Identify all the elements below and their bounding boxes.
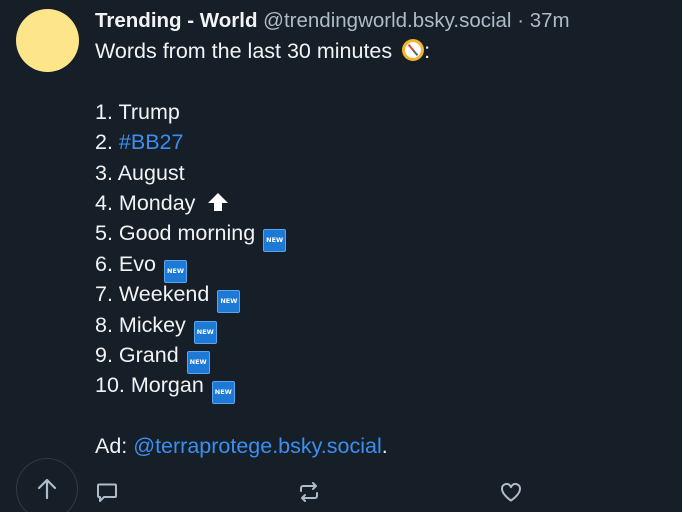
avatar[interactable]	[16, 9, 79, 72]
post[interactable]: Trending - World @trendingworld.bsky.soc…	[0, 0, 682, 512]
trend-word: August	[117, 160, 185, 185]
trend-rank: 10.	[95, 373, 131, 398]
author-handle[interactable]: @trendingworld.bsky.social	[263, 9, 511, 32]
trend-item-10: 10. Morgan NEW	[95, 370, 675, 405]
trend-rank: 5.	[95, 221, 119, 246]
trend-rank: 2.	[95, 130, 119, 155]
trend-rank: 7.	[95, 282, 119, 307]
trend-rank: 4.	[95, 190, 119, 215]
trend-item-7: 7. Weekend NEW	[95, 279, 675, 314]
hashtag-link[interactable]: #BB27	[119, 130, 184, 154]
up-arrow-icon	[208, 192, 229, 211]
trend-word: Trump	[118, 99, 180, 124]
trend-item-3: 3. August	[95, 158, 675, 188]
trend-word: Monday	[118, 190, 196, 215]
post-body: Words from the last 30 minutes : 1. Trum…	[95, 36, 675, 461]
intro-text: Words from the last 30 minutes	[95, 39, 393, 63]
new-badge: NEW	[263, 229, 287, 253]
repost-button[interactable]	[295, 478, 323, 506]
trend-rank: 9.	[95, 342, 119, 367]
trend-item-5: 5. Good morning NEW	[95, 218, 675, 253]
ad-line: Ad: @terraprotege.bsky.social.	[95, 431, 675, 461]
post-timestamp[interactable]: 37m	[530, 9, 570, 32]
trend-item-6: 6. Evo NEW	[95, 249, 675, 283]
new-badge: NEW	[217, 290, 241, 314]
new-badge: NEW	[211, 381, 235, 405]
ad-suffix: .	[381, 434, 388, 459]
trend-item-2: 2. #BB27	[95, 127, 675, 157]
like-button[interactable]	[497, 478, 525, 506]
trend-item-1: 1. Trump	[95, 97, 675, 127]
reply-icon	[97, 483, 117, 502]
post-header: Trending - World @trendingworld.bsky.soc…	[95, 6, 675, 36]
trend-item-9: 9. Grand NEW	[95, 340, 675, 374]
author-display-name[interactable]: Trending - World	[95, 9, 257, 32]
intro-suffix: :	[424, 39, 431, 63]
ad-mention-link[interactable]: @terraprotege.bsky.social	[133, 434, 381, 458]
compass-icon	[402, 39, 425, 61]
trend-rank: 3.	[95, 160, 118, 185]
post-actions	[0, 478, 682, 508]
trend-word: Mickey	[118, 312, 186, 337]
ad-label: Ad:	[95, 434, 134, 459]
heart-icon	[501, 482, 521, 502]
intro-line: Words from the last 30 minutes :	[95, 36, 675, 66]
header-separator: ·	[517, 9, 525, 32]
trend-item-8: 8. Mickey NEW	[95, 310, 675, 344]
trend-word: Morgan	[130, 373, 204, 398]
trend-word: Evo	[118, 251, 156, 276]
trend-rank: 1.	[95, 99, 119, 124]
trend-word: Good morning	[118, 221, 256, 246]
reply-button[interactable]	[93, 478, 121, 506]
trend-item-4: 4. Monday	[95, 188, 675, 218]
repost-icon	[300, 482, 318, 502]
trend-rank: 6.	[95, 251, 119, 276]
trend-word: Weekend	[118, 282, 210, 307]
post-content: Trending - World @trendingworld.bsky.soc…	[95, 6, 675, 461]
trend-rank: 8.	[95, 312, 119, 337]
trend-word: Grand	[118, 342, 179, 367]
